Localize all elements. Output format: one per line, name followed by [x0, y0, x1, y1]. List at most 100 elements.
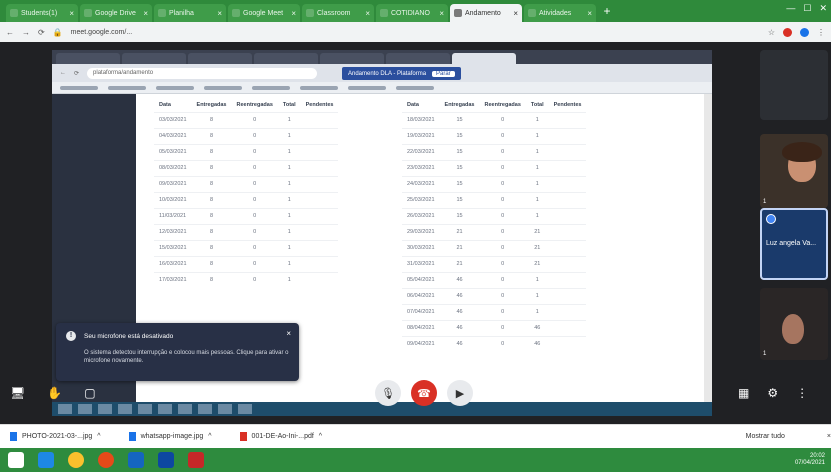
system-clock[interactable]: 20:02 07/04/2021: [795, 453, 825, 467]
word-icon[interactable]: [128, 452, 144, 468]
table-cell: [548, 207, 587, 224]
notification-title-row: ! Seu microfone está desativado: [66, 331, 289, 341]
extension-icon[interactable]: [783, 27, 792, 37]
download-label: 001-DE-Ao-Ini-...pdf: [251, 433, 314, 440]
outer-tab[interactable]: Atividades ×: [524, 4, 596, 22]
back-icon[interactable]: ←: [6, 28, 14, 37]
firefox-icon[interactable]: [98, 452, 114, 468]
more-options-icon[interactable]: ⋮: [796, 386, 808, 400]
end-call-button[interactable]: ☎: [411, 380, 437, 406]
inner-tab: [386, 53, 450, 64]
chrome-icon[interactable]: [68, 452, 84, 468]
close-icon[interactable]: ×: [69, 9, 74, 18]
participant-tile[interactable]: [760, 50, 828, 120]
close-window-icon[interactable]: ✕: [819, 3, 827, 14]
outer-tab[interactable]: Students(1) ×: [6, 4, 78, 22]
table-cell: 0: [479, 255, 526, 272]
close-icon[interactable]: ×: [513, 9, 518, 18]
inner-tab: [188, 53, 252, 64]
close-icon[interactable]: ×: [439, 9, 444, 18]
table-cell: 46: [439, 287, 480, 304]
task-view-icon[interactable]: [38, 452, 54, 468]
profile-avatar[interactable]: [800, 27, 809, 37]
outlook-icon[interactable]: [158, 452, 174, 468]
download-item[interactable]: PHOTO-2021-03-...jpg ^: [10, 432, 101, 441]
notification-body: O sistema detectou interrupção e colocou…: [84, 350, 289, 364]
microphone-button[interactable]: 🎙: [375, 380, 401, 406]
tab-favicon: [84, 9, 92, 17]
camera-button[interactable]: ▶: [447, 380, 473, 406]
meet-controls-right: ▦ ⚙ ⋮: [738, 386, 808, 400]
outer-tab[interactable]: Planilha ×: [154, 4, 226, 22]
participant-tile[interactable]: 1: [760, 288, 828, 360]
table-cell: 05/03/2021: [154, 143, 192, 160]
close-icon[interactable]: ×: [217, 9, 222, 18]
table-row: 23/03/2021 15 0 1: [402, 159, 587, 176]
table-cell: 1: [525, 191, 549, 208]
download-item[interactable]: 001-DE-Ao-Ini-...pdf ^: [239, 432, 322, 441]
close-icon[interactable]: ×: [143, 9, 148, 18]
table-cell: [548, 223, 587, 240]
table-cell: [300, 111, 339, 128]
start-icon[interactable]: [8, 452, 24, 468]
outer-tab[interactable]: Google Meet ×: [228, 4, 300, 22]
table-cell: 15/03/2021: [154, 239, 192, 256]
table-row: 03/03/2021 8 0 1: [154, 111, 339, 128]
table-cell: 0: [479, 303, 526, 320]
table-cell: [300, 271, 339, 288]
outer-tab-active[interactable]: Andamento ×: [450, 4, 522, 22]
participant-tile-presenter[interactable]: Luz angela Va...: [760, 208, 828, 280]
participant-number: 1: [763, 351, 767, 357]
new-tab-button[interactable]: +: [598, 4, 616, 18]
maximize-icon[interactable]: ☐: [803, 3, 811, 14]
present-icon[interactable]: 🖥: [10, 386, 25, 400]
table-row: 15/03/2021 8 0 1: [154, 239, 339, 256]
participant-tile[interactable]: 1: [760, 134, 828, 208]
download-label: whatsapp-image.jpg: [140, 433, 204, 440]
table-header: Pendentes: [553, 101, 582, 108]
chevron-up-icon[interactable]: ^: [208, 433, 211, 440]
table-cell: 0: [231, 159, 278, 176]
captions-icon[interactable]: ▢: [84, 386, 95, 400]
tab-favicon: [454, 9, 462, 17]
table-cell: 1: [277, 175, 301, 192]
table-cell: 0: [479, 159, 526, 176]
outer-tab[interactable]: Google Drive ×: [80, 4, 152, 22]
table-header: Data: [159, 101, 171, 108]
table-cell: 8: [191, 127, 232, 144]
url-field[interactable]: meet.google.com/...: [71, 29, 760, 36]
layout-icon[interactable]: ▦: [738, 386, 749, 400]
close-icon[interactable]: ×: [365, 9, 370, 18]
table-cell: 8: [191, 207, 232, 224]
close-icon[interactable]: ×: [587, 9, 592, 18]
table-cell: 0: [479, 207, 526, 224]
chevron-up-icon[interactable]: ^: [97, 433, 100, 440]
raise-hand-icon[interactable]: ✋: [47, 386, 62, 400]
outer-tab[interactable]: Classroom ×: [302, 4, 374, 22]
show-all-button[interactable]: Mostrar tudo: [746, 433, 785, 440]
table-cell: [300, 127, 339, 144]
reload-icon[interactable]: ⟳: [38, 28, 45, 37]
close-icon[interactable]: ×: [286, 329, 291, 338]
tab-label: COTIDIANO: [391, 9, 430, 17]
download-item[interactable]: whatsapp-image.jpg ^: [128, 432, 212, 441]
table-row: 08/04/2021 46 0 46: [402, 319, 587, 336]
table-cell: [548, 239, 587, 256]
table-cell: 0: [231, 127, 278, 144]
settings-icon[interactable]: ⚙: [767, 386, 778, 400]
close-icon[interactable]: ×: [827, 433, 831, 440]
table-header: Total: [530, 101, 544, 108]
outer-tab-strip: Students(1) × Google Drive × Planilha × Goo…: [0, 0, 831, 22]
forward-icon[interactable]: →: [22, 28, 30, 37]
taskbar-icon: [78, 404, 92, 414]
close-icon[interactable]: ×: [291, 9, 296, 18]
minimize-icon[interactable]: —: [786, 3, 795, 14]
table-cell: 8: [191, 239, 232, 256]
outer-tab[interactable]: COTIDIANO ×: [376, 4, 448, 22]
menu-icon[interactable]: ⋮: [817, 28, 825, 37]
chevron-up-icon[interactable]: ^: [319, 433, 322, 440]
table-cell: 0: [231, 175, 278, 192]
star-icon[interactable]: ☆: [768, 28, 775, 37]
powerpoint-icon[interactable]: [188, 452, 204, 468]
table-row: 06/04/2021 46 0 1: [402, 287, 587, 304]
